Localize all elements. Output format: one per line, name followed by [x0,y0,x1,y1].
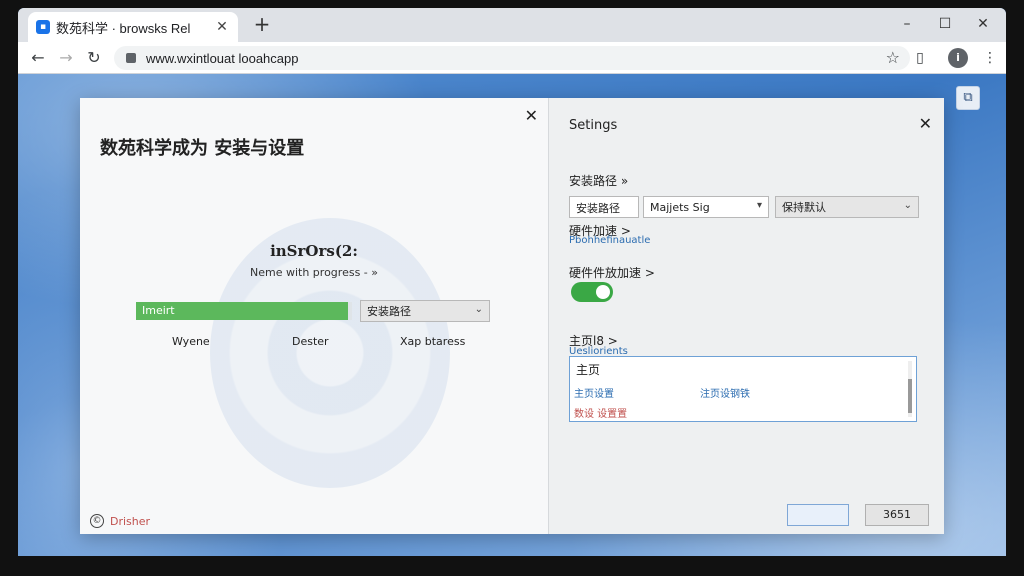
close-window-icon[interactable]: ✕ [970,12,996,36]
homepage-list[interactable]: 主页 主页设置 注页设钢铁 数设 设置置 [569,356,917,422]
menu-dots-icon[interactable]: ⋮ [978,46,1002,70]
back-arrow-icon[interactable]: ← [26,46,50,70]
install-pane: 数苑科学成为 安装与设置 ✕ inSrOrs(2: Neme with prog… [80,98,548,534]
hw-accel-toggle[interactable] [571,282,613,302]
reload-icon[interactable]: ↻ [82,46,106,70]
tab-title: 数苑科学 · browsks Rel [56,20,191,36]
url-text: www.wxintlouat looahcapp [146,50,299,66]
app-icon: ▪ [36,20,50,34]
chevron-down-icon: ▾ [756,200,762,211]
browser-tab[interactable]: ▪ 数苑科学 · browsks Rel ✕ [28,12,238,42]
bookmark-star-icon[interactable]: ☆ [886,48,900,67]
profile-select[interactable]: Majjets Sig ▾ [643,196,769,218]
profile-select-value: Majjets Sig [650,200,710,214]
default-select[interactable]: 保持默认 ⌄ [775,196,919,218]
cancel-button[interactable]: 3651 [865,504,929,526]
close-tab-icon[interactable]: ✕ [214,19,230,35]
dialog-title: 数苑科学成为 安装与设置 [100,138,305,159]
new-tab-button[interactable]: + [250,13,274,37]
list-item[interactable]: 数设 设置置 [574,405,627,420]
settings-pane: Setings ✕ 安装路径 » 安装路径 Majjets Sig ▾ 保持默认… [548,98,944,534]
copyright-icon: © [90,514,104,528]
hw-accel-link[interactable]: Pbohhefinauatle [569,235,650,246]
chevron-down-icon: ⌄ [474,304,483,315]
list-header: 主页 [576,363,601,377]
install-path-select[interactable]: 安装路径 ⌄ [360,300,490,322]
screen: ▪ 数苑科学 · browsks Rel ✕ + – ☐ ✕ ← → ↻ www… [18,8,1006,556]
default-select-value: 保持默认 [782,201,826,214]
browser-toolbar: ← → ↻ www.wxintlouat looahcapp ☆ ▯ i ⋮ [18,42,1006,74]
close-icon[interactable]: ✕ [525,106,538,125]
desktop-shortcut-icon[interactable]: ⧉ [956,86,980,110]
install-progress-bar: Imeirt [136,302,352,320]
settings-title: Setings [569,118,618,133]
address-bar[interactable]: www.wxintlouat looahcapp ☆ [114,46,910,70]
installer-dialog: 数苑科学成为 安装与设置 ✕ inSrOrs(2: Neme with prog… [80,98,944,534]
footer-link[interactable]: © Drisher [90,514,150,528]
forward-arrow-icon[interactable]: → [54,46,78,70]
ok-button[interactable] [787,504,849,526]
list-item[interactable]: 注页设钢铁 [700,385,750,400]
extensions-icon[interactable]: ▯ [908,46,932,70]
list-scrollbar[interactable] [908,361,912,417]
install-status-subtitle: Neme with progress - » [250,266,378,279]
lock-icon [126,53,136,63]
minimize-icon[interactable]: – [894,12,920,36]
scrollbar-thumb[interactable] [908,379,912,413]
chevron-down-icon: ⌄ [903,200,912,211]
footer-link-label: Drisher [110,514,151,528]
toggle-knob [596,285,610,299]
progress-label: Imeirt [142,304,175,317]
close-icon[interactable]: ✕ [919,114,932,133]
browser-tabbar: ▪ 数苑科学 · browsks Rel ✕ + – ☐ ✕ [18,8,1006,42]
hw-toggle-label: 硬件件放加速 > [569,266,655,280]
status-label-2: Dester [292,335,329,348]
install-path-select-value: 安装路径 [367,305,411,318]
maximize-icon[interactable]: ☐ [932,12,958,36]
install-path-field[interactable]: 安装路径 [569,196,639,218]
list-item[interactable]: 主页设置 [574,385,614,400]
status-label-1: Wyene [172,335,210,348]
install-status-title: inSrOrs(2: [270,242,358,260]
profile-avatar[interactable]: i [948,48,968,68]
status-label-3: Xap btaress [400,335,466,348]
install-path-label: 安装路径 » [569,174,629,188]
